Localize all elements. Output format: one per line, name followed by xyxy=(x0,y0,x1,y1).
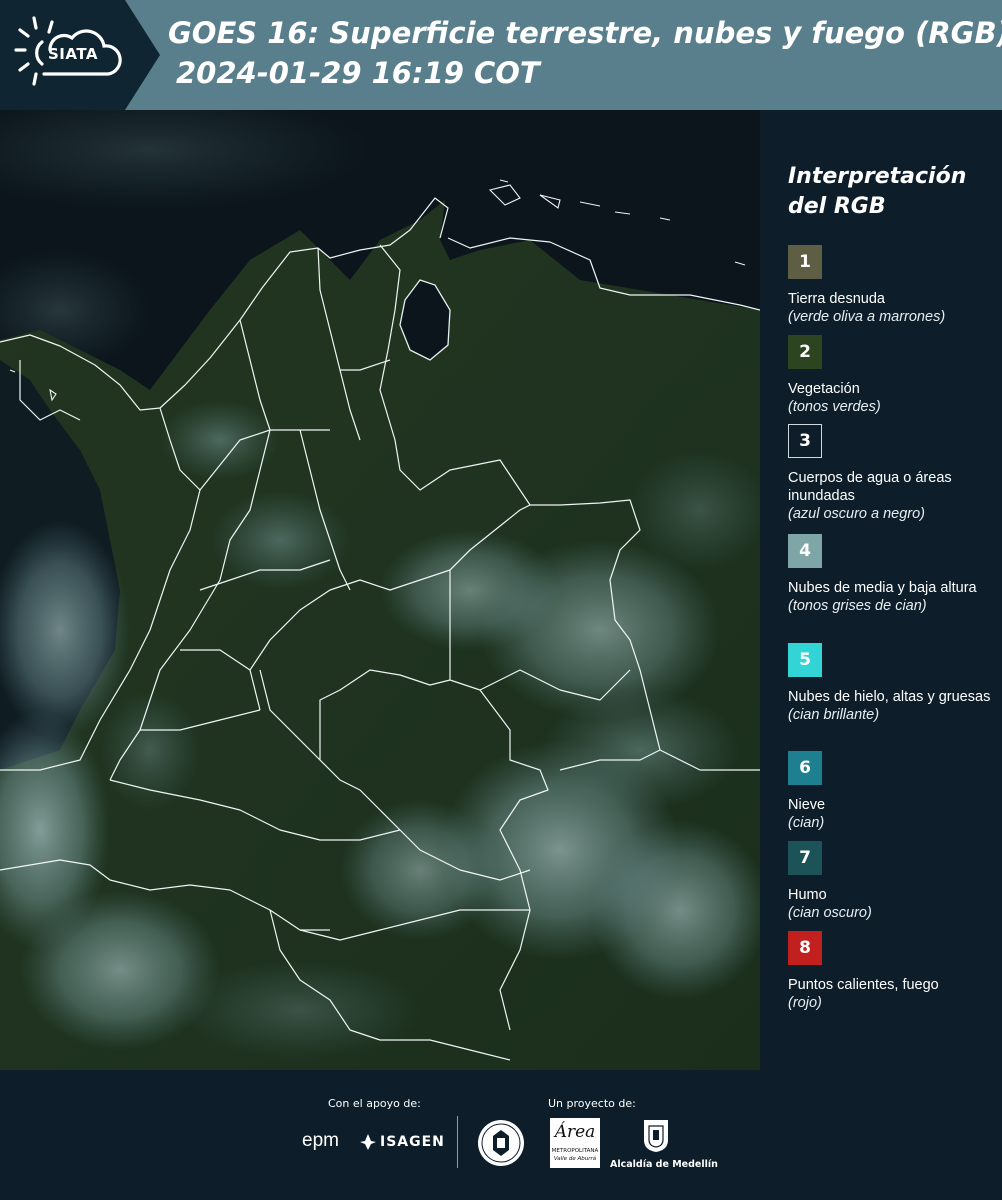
legend-item-water: 3 Cuerpos de agua o áreas inundadas (azu… xyxy=(788,424,998,523)
legend-swatch: 4 xyxy=(788,534,822,568)
epm-logo[interactable]: epm xyxy=(302,1130,339,1152)
legend-item-ice-clouds: 5 Nubes de hielo, altas y gruesas (cian … xyxy=(788,643,998,724)
siata-logo[interactable]: SIATA xyxy=(0,0,160,110)
amva-logo-subtitle: METROPOLITANA xyxy=(551,1148,599,1154)
area-metropolitana-logo[interactable]: Área METROPOLITANA Valle de Aburrá xyxy=(550,1118,600,1168)
legend-item-fire: 8 Puntos calientes, fuego (rojo) xyxy=(788,931,998,1012)
legend-panel: Interpretación del RGB 1 Tierra desnuda … xyxy=(760,110,1002,1070)
siata-logo-text: SIATA xyxy=(48,45,99,63)
legend-item-label: Tierra desnuda xyxy=(788,291,885,307)
support-label: Con el apoyo de: xyxy=(328,1097,421,1110)
legend-item-desc: (verde oliva a marrones) xyxy=(788,309,946,325)
page-subtitle-timestamp: 2024-01-29 16:19 COT xyxy=(176,56,540,90)
legend-item-label: Cuerpos de agua o áreas inundadas xyxy=(788,470,952,504)
legend-item-mid-low-clouds: 4 Nubes de media y baja altura (tonos gr… xyxy=(788,534,998,615)
project-label: Un proyecto de: xyxy=(548,1097,636,1110)
header-bar: SIATA GOES 16: Superficie terrestre, nub… xyxy=(0,0,1002,110)
legend-item-desc: (tonos grises de cian) xyxy=(788,598,927,614)
legend-item-desc: (tonos verdes) xyxy=(788,399,881,415)
amva-logo-text: Área xyxy=(554,1122,596,1142)
legend-item-desc: (cian brillante) xyxy=(788,707,880,723)
legend-title: Interpretación del RGB xyxy=(788,164,967,219)
legend-item-label: Nubes de media y baja altura xyxy=(788,580,977,596)
legend-item-snow: 6 Nieve (cian) xyxy=(788,751,998,832)
satellite-image xyxy=(0,110,760,1070)
legend-swatch: 5 xyxy=(788,643,822,677)
page-title: GOES 16: Superficie terrestre, nubes y f… xyxy=(168,16,1002,50)
legend-item-label: Nubes de hielo, altas y gruesas xyxy=(788,689,991,705)
legend-item-vegetation: 2 Vegetación (tonos verdes) xyxy=(788,335,998,416)
legend-item-label: Humo xyxy=(788,887,827,903)
legend-item-bare-soil: 1 Tierra desnuda (verde oliva a marrones… xyxy=(788,245,998,326)
isagen-logo[interactable]: ISAGEN xyxy=(380,1134,445,1150)
legend-item-desc: (cian oscuro) xyxy=(788,905,872,921)
alcaldia-medellin-label[interactable]: Alcaldía de Medellín xyxy=(610,1159,718,1170)
legend-item-desc: (azul oscuro a negro) xyxy=(788,506,926,522)
isagen-logo-icon xyxy=(360,1134,376,1150)
legend-swatch: 8 xyxy=(788,931,822,965)
legend-item-desc: (cian) xyxy=(788,815,825,831)
university-seal-icon[interactable] xyxy=(476,1118,526,1168)
medellin-shield-icon[interactable] xyxy=(642,1118,670,1154)
satellite-map[interactable] xyxy=(0,110,760,1070)
legend-item-label: Vegetación xyxy=(788,381,860,397)
amva-logo-tagline: Valle de Aburrá xyxy=(553,1156,597,1162)
legend-swatch: 3 xyxy=(788,424,822,458)
legend-item-label: Nieve xyxy=(788,797,826,813)
legend-swatch: 6 xyxy=(788,751,822,785)
footer-divider xyxy=(457,1116,458,1168)
legend-item-label: Puntos calientes, fuego xyxy=(788,977,939,993)
legend-swatch: 7 xyxy=(788,841,822,875)
legend-item-smoke: 7 Humo (cian oscuro) xyxy=(788,841,998,922)
legend-swatch: 1 xyxy=(788,245,822,279)
legend-item-desc: (rojo) xyxy=(788,995,822,1011)
footer: Con el apoyo de: Un proyecto de: epm ISA… xyxy=(0,1070,1002,1200)
legend-swatch: 2 xyxy=(788,335,822,369)
